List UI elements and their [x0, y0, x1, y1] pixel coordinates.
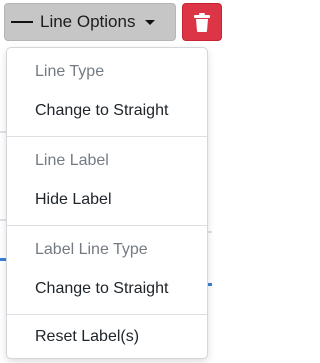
menu-divider [7, 136, 207, 137]
menu-item-hide-label[interactable]: Hide Label [35, 191, 112, 209]
menu-item-change-to-straight[interactable]: Change to Straight [35, 102, 168, 120]
delete-button[interactable] [182, 3, 222, 41]
menu-item-label-change-to-straight[interactable]: Change to Straight [35, 280, 168, 298]
menu-divider [7, 314, 207, 315]
menu-divider [7, 225, 207, 226]
menu-item-reset-labels[interactable]: Reset Label(s) [35, 328, 139, 346]
menu-header-line-type: Line Type [35, 63, 105, 80]
line-options-menu: Line Type Change to Straight Line Label … [6, 47, 208, 359]
line-options-label: Line Options [40, 12, 136, 31]
line-options-button[interactable]: Line Options [4, 3, 176, 41]
caret-down-icon [145, 19, 156, 25]
horizontal-line-icon [11, 21, 33, 23]
trash-icon [194, 13, 210, 32]
menu-header-label-line-type: Label Line Type [35, 241, 148, 258]
menu-header-line-label: Line Label [35, 152, 109, 169]
